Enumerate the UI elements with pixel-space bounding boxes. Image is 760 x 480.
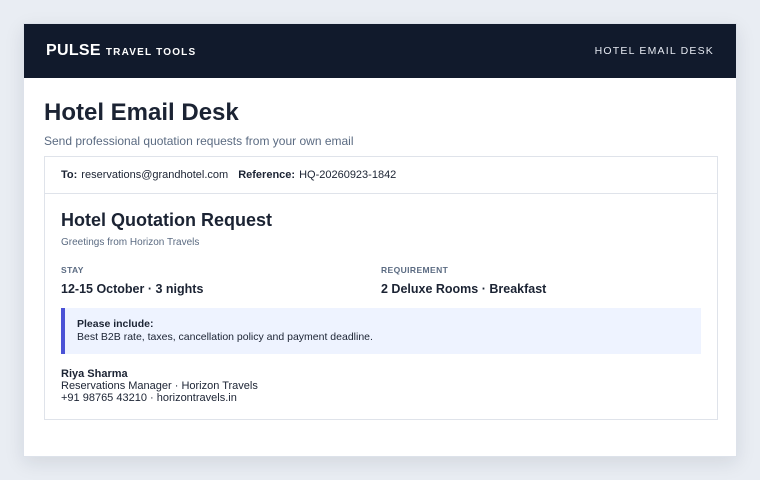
nav-current-tool[interactable]: HOTEL EMAIL DESK — [595, 45, 714, 57]
app-window: PULSE TRAVEL TOOLS HOTEL EMAIL DESK Hote… — [23, 23, 737, 457]
page-subtitle: Send professional quotation requests fro… — [44, 134, 354, 148]
top-bar: PULSE TRAVEL TOOLS HOTEL EMAIL DESK — [24, 24, 736, 78]
signature-role: Reservations Manager · Horizon Travels — [61, 380, 258, 392]
email-greeting: Greetings from Horizon Travels — [61, 237, 200, 248]
brand-logo[interactable]: PULSE TRAVEL TOOLS — [46, 42, 196, 60]
signature-name: Riya Sharma — [61, 368, 128, 380]
stay-detail: STAY 12-15 October · 3 nights — [61, 265, 381, 296]
signature-contact: +91 98765 43210 · horizontravels.in — [61, 392, 237, 404]
reference-value: HQ-20260923-1842 — [299, 169, 397, 181]
email-signature: Riya Sharma Reservations Manager · Horiz… — [61, 368, 701, 404]
email-title: Hotel Quotation Request — [61, 210, 272, 230]
request-details: STAY 12-15 October · 3 nights REQUIREMEN… — [61, 265, 701, 296]
main-content: Hotel Email Desk Send professional quota… — [24, 78, 736, 420]
stay-value: 12-15 October · 3 nights — [61, 282, 204, 296]
email-body: Hotel Quotation Request Greetings from H… — [45, 194, 717, 404]
to-label: To: — [61, 169, 78, 181]
include-note: Please include: Best B2B rate, taxes, ca… — [61, 308, 701, 354]
email-preview-card: To: reservations@grandhotel.com Referenc… — [44, 156, 718, 420]
note-text: Best B2B rate, taxes, cancellation polic… — [77, 331, 373, 343]
reference-label: Reference: — [238, 169, 296, 181]
requirement-detail: REQUIREMENT 2 Deluxe Rooms · Breakfast — [381, 265, 701, 296]
note-title: Please include: — [77, 318, 154, 330]
email-header: To: reservations@grandhotel.com Referenc… — [45, 157, 717, 194]
requirement-value: 2 Deluxe Rooms · Breakfast — [381, 282, 547, 296]
page-title: Hotel Email Desk — [44, 99, 239, 126]
to-address: reservations@grandhotel.com — [81, 169, 229, 181]
stay-label: STAY — [61, 265, 84, 275]
brand-tagline: TRAVEL TOOLS — [105, 47, 197, 58]
brand-name: PULSE — [46, 42, 101, 59]
requirement-label: REQUIREMENT — [381, 265, 449, 275]
